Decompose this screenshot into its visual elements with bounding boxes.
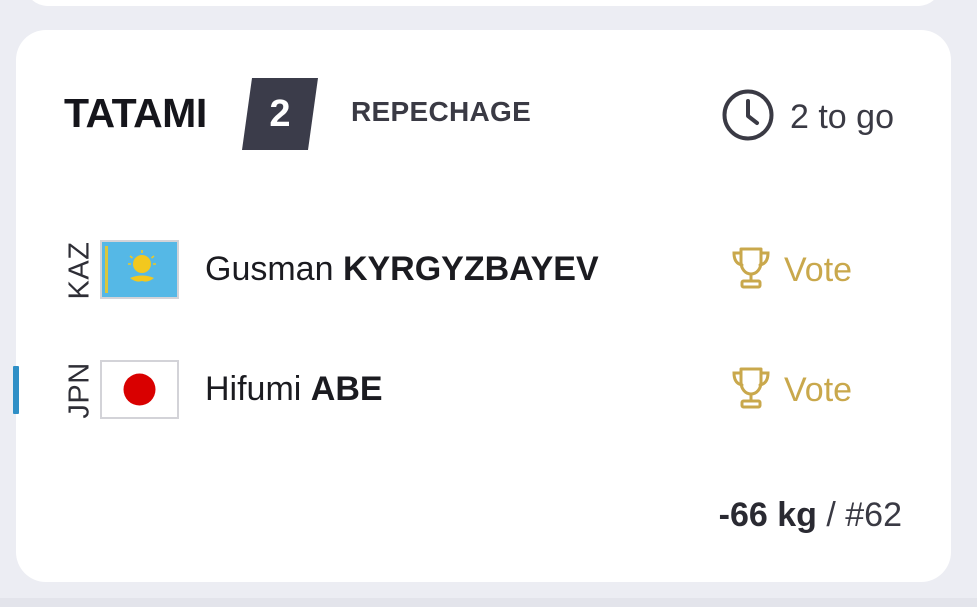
vote-button[interactable]: Vote bbox=[730, 366, 870, 414]
fighter-last-name: ABE bbox=[310, 370, 383, 408]
japan-flag bbox=[100, 360, 179, 419]
tatami-number-badge: 2 bbox=[242, 78, 318, 150]
country-code: JPN bbox=[63, 361, 96, 419]
trophy-icon bbox=[730, 246, 772, 295]
tatami-label: TATAMI bbox=[64, 90, 207, 136]
fighter-last-name: KYRGYZBAYEV bbox=[342, 250, 599, 288]
kazakhstan-flag bbox=[100, 240, 179, 299]
vote-label: Vote bbox=[784, 370, 853, 409]
match-header: TATAMI 2 REPECHAGE 2 to go bbox=[16, 30, 951, 180]
active-indicator bbox=[13, 366, 19, 414]
trophy-icon bbox=[730, 366, 772, 415]
match-card[interactable]: TATAMI 2 REPECHAGE 2 to go KAZ Gusman KY… bbox=[13, 30, 951, 582]
round-label: REPECHAGE bbox=[351, 96, 532, 127]
fighter-first-name: Hifumi bbox=[205, 370, 302, 408]
fighter-name: Hifumi ABE bbox=[205, 370, 383, 409]
fighter-first-name: Gusman bbox=[205, 250, 334, 288]
country-code: KAZ bbox=[63, 241, 96, 299]
fighter-row: KAZ Gusman KYRGYZBAYEV Vote bbox=[16, 230, 951, 310]
tatami-number: 2 bbox=[269, 92, 291, 135]
vote-button[interactable]: Vote bbox=[730, 246, 870, 294]
weight-class: -66 kg bbox=[718, 496, 817, 534]
next-card-edge bbox=[0, 598, 977, 607]
match-info: -66 kg / #62 bbox=[719, 496, 902, 535]
fighter-name: Gusman KYRGYZBAYEV bbox=[205, 250, 599, 289]
separator: / bbox=[816, 496, 846, 534]
vote-label: Vote bbox=[784, 250, 853, 289]
match-number: #62 bbox=[845, 496, 902, 534]
matches-remaining: 2 to go bbox=[790, 98, 894, 136]
fighter-row: JPN Hifumi ABE Vote bbox=[13, 350, 951, 430]
previous-match-card bbox=[24, 0, 942, 6]
clock-icon bbox=[721, 88, 775, 142]
